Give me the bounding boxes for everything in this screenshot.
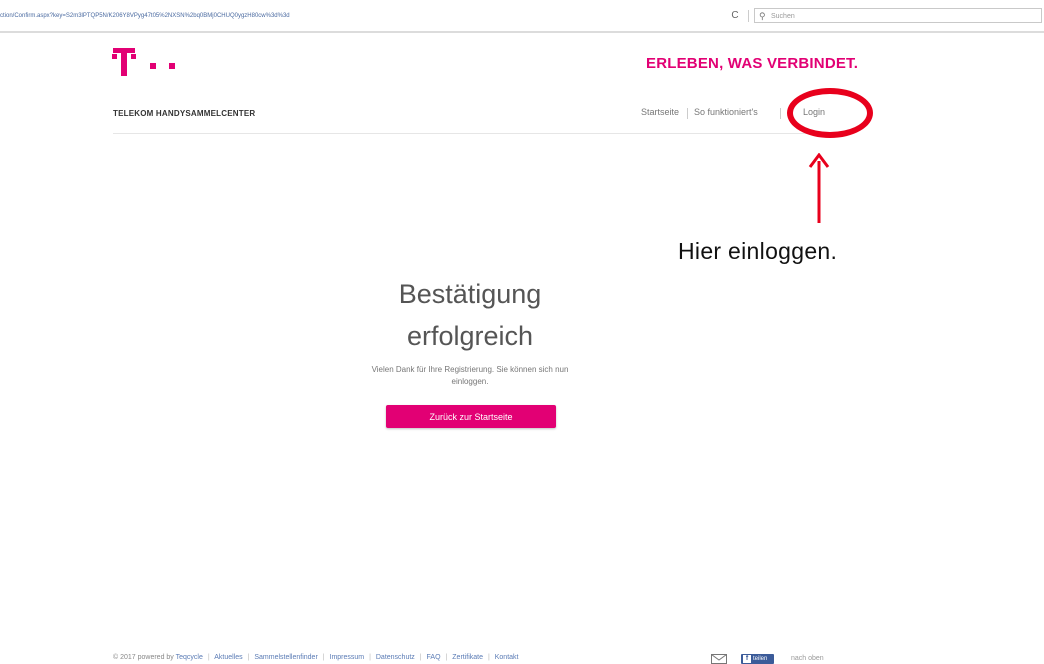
magnifier-icon: ⚲ — [759, 11, 766, 21]
title-line: Bestätigung — [398, 279, 542, 309]
footer-link-impressum[interactable]: Impressum — [330, 654, 365, 661]
facebook-share-button[interactable]: f teilen — [741, 654, 774, 664]
footer-links: © 2017 powered by Teqcycle | Aktuelles |… — [113, 654, 519, 661]
reload-button[interactable]: C — [728, 9, 742, 23]
share-label: teilen — [753, 656, 768, 662]
up-arrow-icon — [808, 153, 830, 223]
footer-link-faq[interactable]: FAQ — [427, 654, 441, 661]
page-title: Bestätigung erfolgreich — [330, 273, 610, 357]
mail-icon[interactable] — [711, 654, 727, 664]
copyright: © 2017 powered by — [113, 654, 174, 661]
annotation-hint: Hier einloggen. — [678, 238, 838, 264]
message-line: einloggen. — [451, 377, 489, 386]
footer-link-datenschutz[interactable]: Datenschutz — [376, 654, 415, 661]
nav-so-funktionierts[interactable]: So funktioniert's — [694, 107, 758, 117]
message-line: Vielen Dank für Ihre Registrierung. Sie … — [371, 365, 569, 374]
footer-link-aktuelles[interactable]: Aktuelles — [214, 654, 242, 661]
toolbar-border — [0, 31, 1044, 33]
footer-link-teqcycle[interactable]: Teqcycle — [176, 654, 203, 661]
browser-toolbar: ction/Confirm.aspx?key=S2m3lPTQP5N/K206Y… — [0, 0, 1044, 30]
confirmation-message: Vielen Dank für Ihre Registrierung. Sie … — [334, 364, 606, 388]
back-to-home-button[interactable]: Zurück zur Startseite — [386, 405, 556, 428]
footer-link-zertifikate[interactable]: Zertifikate — [452, 654, 483, 661]
address-bar[interactable]: ction/Confirm.aspx?key=S2m3lPTQP5N/K206Y… — [0, 9, 720, 23]
brand-title[interactable]: TELEKOM HANDYSAMMELCENTER — [113, 109, 255, 118]
slogan: ERLEBEN, WAS VERBINDET. — [646, 55, 859, 72]
nav-startseite[interactable]: Startseite — [641, 107, 679, 117]
back-to-top-link[interactable]: nach oben — [791, 655, 824, 662]
title-line: erfolgreich — [406, 321, 534, 351]
highlight-circle — [787, 88, 873, 138]
facebook-icon: f — [743, 655, 751, 663]
footer-link-sammelstellenfinder[interactable]: Sammelstellenfinder — [254, 654, 317, 661]
telekom-t-logo[interactable] — [112, 44, 193, 80]
header-divider — [113, 133, 832, 134]
toolbar-divider — [748, 10, 749, 22]
search-input[interactable]: ⚲ Suchen — [754, 8, 1042, 23]
search-placeholder: Suchen — [771, 13, 795, 20]
footer-link-kontakt[interactable]: Kontakt — [495, 654, 519, 661]
